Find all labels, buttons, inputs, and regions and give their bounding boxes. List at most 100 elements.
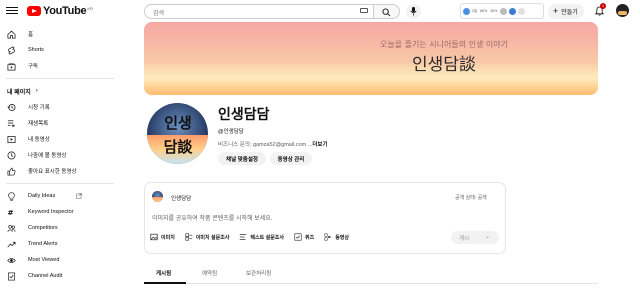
extension-settings-icon[interactable] (500, 7, 508, 15)
post-tabs: 게시됨 예약됨 보관처리됨 (144, 264, 598, 284)
quiz-icon (294, 233, 302, 241)
search-icon (382, 8, 391, 17)
sidebar-item-daily-ideas[interactable]: Daily Ideas (0, 188, 120, 204)
sidebar: 홈 Shorts 구독 내 페이지 › 시청 기록 재생목록 내 동영상 나중에… (0, 26, 120, 284)
sidebar-item-label: 홈 (28, 32, 34, 38)
mic-icon (410, 7, 417, 16)
sidebar-divider (6, 183, 114, 184)
image-poll-tool-button[interactable]: 이미지 설문조사 (185, 233, 229, 241)
channel-banner: 오늘을 즐기는 시니어들의 인생 이야기 인생담談 (144, 22, 598, 95)
sidebar-item-competitors[interactable]: Competitors (0, 220, 120, 236)
sidebar-item-liked[interactable]: 좋아요 표시한 동영상 (0, 163, 120, 179)
post-text-input[interactable]: 이미지를 공유하여 작품 콘텐츠를 시작해 보세요. (152, 213, 272, 222)
notification-badge: 1 (600, 3, 606, 9)
text-poll-tool-button[interactable]: 텍스트 설문조사 (239, 233, 284, 241)
home-icon (7, 30, 16, 38)
subscriptions-icon (7, 63, 16, 70)
logo-text: YouTube (43, 5, 87, 17)
top-bar: YouTube KR 검색 2일 86% 45% + 만들기 1 (0, 0, 640, 22)
sidebar-item-channel-audit[interactable]: Channel Audit (0, 268, 120, 284)
banner-subtitle: 오늘을 즐기는 시니어들의 인생 이야기 (380, 40, 508, 49)
svg-text:#: # (7, 208, 13, 217)
sidebar-item-playlists[interactable]: 재생목록 (0, 115, 120, 131)
more-link[interactable]: 더보기 (312, 142, 327, 148)
active-tab-indicator (144, 282, 186, 284)
post-button[interactable]: 게시 ⌄ (451, 231, 499, 244)
extension-more-icon[interactable] (518, 7, 526, 15)
sidebar-divider (6, 78, 114, 79)
liked-icon (7, 167, 16, 175)
search-button[interactable] (374, 4, 400, 19)
sidebar-item-label: Most Viewed (28, 257, 60, 263)
sidebar-item-keyword-inspector[interactable]: # Keyword Inspector (0, 204, 120, 220)
post-composer: 인생담담 공개 상태: 공개 이미지를 공유하여 작품 콘텐츠를 시작해 보세요… (144, 182, 506, 254)
sidebar-section-my-page[interactable]: 내 페이지 › (0, 83, 120, 99)
text-poll-icon (240, 234, 247, 240)
sidebar-item-most-viewed[interactable]: Most Viewed (0, 252, 120, 268)
tab-published[interactable]: 게시됨 (156, 269, 171, 277)
menu-icon[interactable] (6, 5, 18, 17)
keyboard-icon[interactable] (360, 8, 368, 13)
chevron-right-icon: › (35, 88, 38, 94)
trend-icon (7, 241, 16, 247)
banner-title: 인생담談 (412, 55, 476, 75)
my-videos-icon (7, 135, 16, 143)
sidebar-item-shorts[interactable]: Shorts (0, 42, 120, 58)
sidebar-item-watch-later[interactable]: 나중에 볼 동영상 (0, 147, 120, 163)
create-button[interactable]: + 만들기 (548, 4, 584, 19)
quiz-tool-button[interactable]: 퀴즈 (294, 233, 314, 241)
tab-scheduled[interactable]: 예약됨 (202, 269, 217, 277)
logo-region: KR (87, 5, 93, 11)
sidebar-item-history[interactable]: 시청 기록 (0, 99, 120, 115)
sidebar-item-label: 내 동영상 (28, 137, 50, 143)
keyword-icon: # (7, 208, 13, 217)
search-input[interactable]: 검색 (144, 4, 374, 19)
competitors-icon (7, 224, 16, 232)
channel-name: 인생담담 (218, 106, 270, 122)
playlist-icon (7, 119, 16, 127)
watch-later-icon (7, 151, 16, 159)
tab-archived[interactable]: 보관처리됨 (246, 269, 271, 277)
channel-description[interactable]: 비즈니스 문의: gamza52@gmail.com ...더보기 (218, 140, 328, 148)
voice-search-button[interactable] (406, 4, 421, 19)
post-label: 게시 (459, 235, 470, 242)
ext-stat-3: 45% (490, 9, 498, 13)
tool-label: 퀴즈 (305, 234, 315, 241)
composer-channel-name: 인생담담 (171, 196, 192, 202)
sidebar-item-label: 나중에 볼 동영상 (28, 153, 67, 159)
visibility-selector[interactable]: 공개 상태: 공개 (455, 194, 487, 201)
tool-label: 동영상 (335, 234, 350, 241)
avatar-text-line2: 담談 (163, 138, 193, 156)
section-title: 내 페이지 (7, 89, 31, 96)
sidebar-item-label: Daily Ideas (28, 193, 56, 199)
sidebar-item-label: 재생목록 (28, 121, 49, 127)
extension-badge-icon (463, 7, 470, 15)
tool-label: 텍스트 설문조사 (250, 234, 284, 241)
image-tool-button[interactable]: 이미지 (150, 233, 175, 241)
sidebar-item-label: 구독 (28, 64, 39, 70)
chevron-down-icon[interactable]: ⌄ (485, 233, 490, 240)
history-icon (7, 103, 16, 111)
sidebar-item-home[interactable]: 홈 (0, 26, 120, 42)
tool-label: 이미지 (161, 234, 175, 241)
extension-logo-icon[interactable] (509, 7, 517, 15)
image-poll-icon (185, 233, 193, 241)
youtube-play-icon (27, 6, 41, 16)
sidebar-item-trend-alerts[interactable]: Trend Alerts (0, 236, 120, 252)
sidebar-item-my-videos[interactable]: 내 동영상 (0, 131, 120, 147)
image-icon (150, 233, 158, 241)
video-tool-button[interactable]: 동영상 (324, 233, 349, 241)
customize-channel-button[interactable]: 채널 맞춤설정 (218, 152, 266, 165)
lightbulb-icon (8, 191, 15, 201)
channel-avatar[interactable]: 인생 담談 (147, 103, 208, 164)
sidebar-item-subscriptions[interactable]: 구독 (0, 58, 120, 74)
channel-handle: @인생담담 (218, 129, 244, 135)
composer-avatar (152, 191, 163, 202)
sidebar-item-label: 시청 기록 (28, 105, 50, 111)
sidebar-item-label: 좋아요 표시한 동영상 (28, 169, 77, 175)
youtube-logo[interactable]: YouTube KR (27, 5, 93, 17)
manage-videos-button[interactable]: 동영상 관리 (270, 152, 312, 165)
contact-text: 비즈니스 문의: gamza52@gmail.com ... (218, 142, 313, 148)
account-avatar[interactable] (616, 4, 629, 17)
extension-toolbar[interactable]: 2일 86% 45% (460, 3, 544, 19)
